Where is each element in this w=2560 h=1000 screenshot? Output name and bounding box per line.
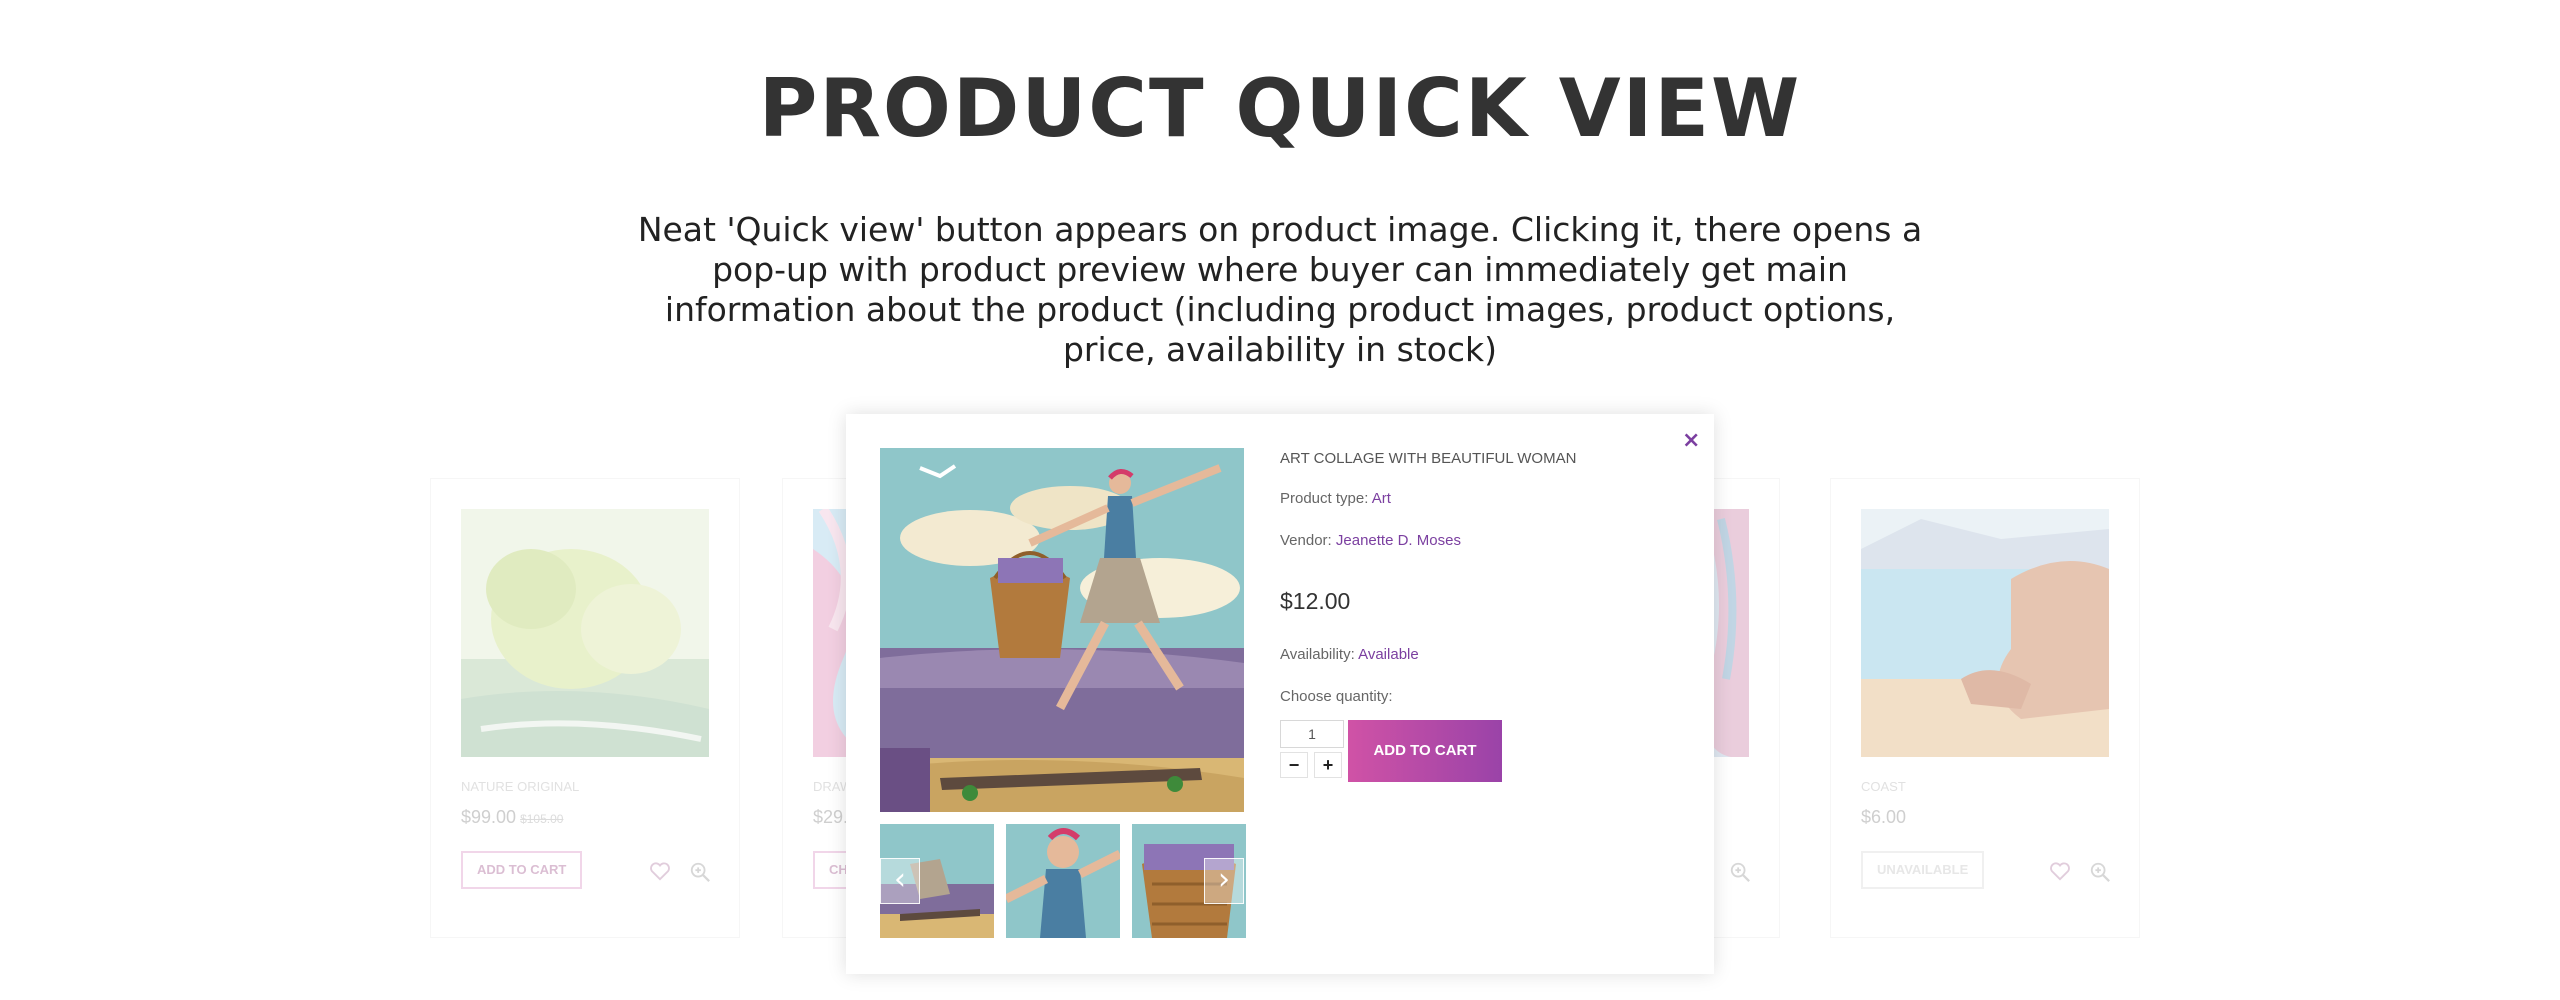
quick-view-modal: × ‹ › ART COLLAGE WITH BEAUTIFUL WOMAN P… — [846, 414, 1714, 974]
zoom-icon[interactable] — [2089, 861, 2111, 883]
product-type-row: Product type: Art — [1280, 490, 1391, 507]
add-to-cart-button[interactable]: ADD TO CART — [461, 851, 583, 889]
product-name[interactable]: NATURE ORIGINAL — [461, 779, 579, 794]
product-name[interactable]: COAST — [1861, 779, 1906, 794]
product-image[interactable] — [461, 509, 709, 757]
availability-row: Availability: Available — [1280, 646, 1419, 663]
availability-label: Availability: — [1280, 646, 1355, 663]
product-type-link[interactable]: Art — [1372, 490, 1391, 507]
minus-icon[interactable]: − — [1280, 752, 1308, 778]
availability-value: Available — [1358, 646, 1419, 663]
quantity-label: Choose quantity: — [1280, 688, 1393, 705]
close-icon[interactable]: × — [1682, 428, 1700, 453]
product-main-image[interactable] — [880, 448, 1244, 812]
current-price: $99.00 — [461, 807, 517, 827]
plus-icon[interactable]: + — [1314, 752, 1342, 778]
old-price: $105.00 — [520, 812, 564, 826]
add-to-cart-button[interactable]: ADD TO CART — [1348, 720, 1502, 782]
next-arrow-icon[interactable]: › — [1204, 858, 1244, 904]
thumbnail-2[interactable] — [1006, 824, 1120, 938]
product-type-label: Product type: — [1280, 490, 1369, 507]
product-price: $99.00 $105.00 — [461, 807, 563, 828]
prev-arrow-icon[interactable]: ‹ — [880, 858, 920, 904]
zoom-icon[interactable] — [1729, 861, 1751, 883]
vendor-row: Vendor: Jeanette D. Moses — [1280, 532, 1461, 549]
thumbnail-3[interactable]: › — [1132, 824, 1246, 938]
product-card-coast: COAST $6.00 UNAVAILABLE — [1830, 478, 2140, 938]
product-price: $6.00 — [1861, 807, 1907, 827]
quantity-input[interactable]: 1 — [1280, 720, 1344, 748]
hero-description: Neat 'Quick view' button appears on prod… — [637, 210, 1923, 369]
vendor-link[interactable]: Jeanette D. Moses — [1336, 532, 1461, 549]
thumbnail-1[interactable]: ‹ — [880, 824, 994, 938]
heart-icon[interactable] — [2049, 861, 2071, 881]
product-card-nature-original: NATURE ORIGINAL $99.00 $105.00 ADD TO CAR… — [430, 478, 740, 938]
unavailable-button[interactable]: UNAVAILABLE — [1861, 851, 1985, 889]
product-price: $29. — [813, 807, 849, 827]
heart-icon[interactable] — [649, 861, 671, 881]
hero-title: PRODUCT QUICK VIEW — [758, 62, 1802, 155]
thumbnail-strip: ‹ › — [880, 824, 1246, 938]
product-image[interactable] — [1861, 509, 2109, 757]
vendor-label: Vendor: — [1280, 532, 1332, 549]
product-price: $12.00 — [1280, 588, 1351, 614]
product-title: ART COLLAGE WITH BEAUTIFUL WOMAN — [1280, 450, 1577, 467]
zoom-icon[interactable] — [689, 861, 711, 883]
